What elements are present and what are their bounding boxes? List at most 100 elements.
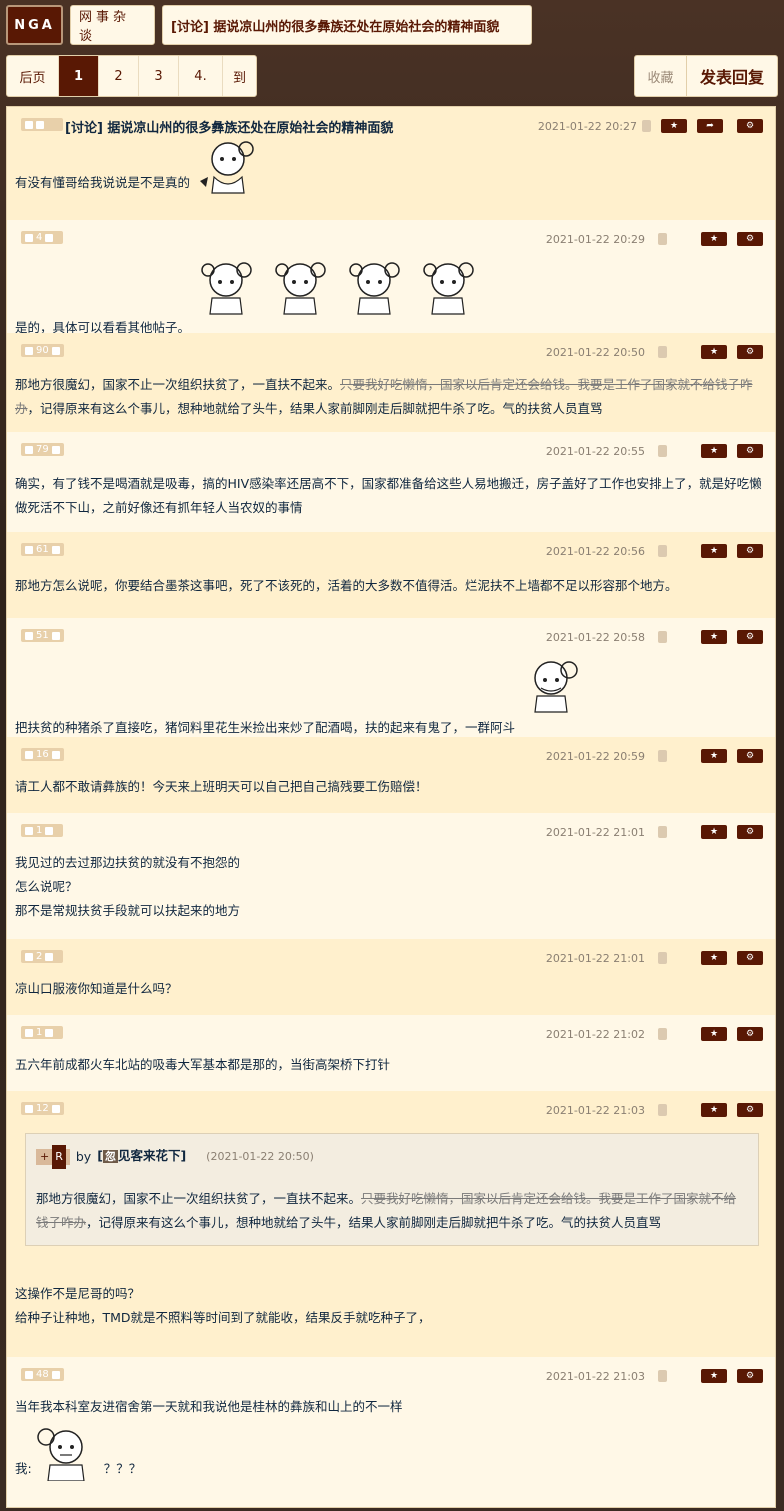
vote-badge[interactable]: 79 [21, 443, 64, 456]
star-icon[interactable]: ★ [701, 1369, 727, 1383]
quote-username: 见客来花下] [117, 1148, 187, 1163]
post-text: 怎么说呢？ [15, 879, 78, 894]
device-icon [658, 952, 667, 964]
thumb-down-icon[interactable] [36, 120, 44, 129]
vote-count: 48 [36, 1369, 49, 1380]
avatar: 忽 [102, 1150, 118, 1163]
pager-prev[interactable]: 后页 [7, 56, 59, 96]
device-icon [658, 445, 667, 457]
vote-badge[interactable] [21, 118, 63, 131]
thumb-up-icon[interactable] [25, 750, 33, 759]
vote-badge[interactable]: 12 [21, 1102, 64, 1115]
thumb-down-icon[interactable] [51, 1104, 60, 1113]
pager-page-4[interactable]: 4. [179, 56, 223, 96]
thumb-up-icon[interactable] [25, 1028, 33, 1037]
gear-icon[interactable]: ⚙ [737, 1027, 763, 1041]
gear-icon[interactable]: ⚙ [737, 1369, 763, 1383]
pager-goto[interactable]: 到 [223, 56, 256, 96]
thumb-up-icon[interactable] [25, 1370, 33, 1379]
vote-badge[interactable]: 16 [21, 748, 64, 761]
gear-icon[interactable]: ⚙ [737, 345, 763, 359]
sticker-image [32, 1421, 100, 1482]
star-icon[interactable]: ★ [701, 825, 727, 839]
vote-badge[interactable]: 2 [21, 950, 63, 963]
post-item: 12 2021-01-22 21:03 ★ ⚙ + R by [忽见客来花下] (… [7, 1091, 775, 1357]
vote-badge[interactable]: 51 [21, 629, 64, 642]
thumb-up-icon[interactable] [25, 1104, 33, 1113]
star-icon[interactable]: ★ [701, 951, 727, 965]
gear-icon[interactable]: ⚙ [737, 825, 763, 839]
star-icon[interactable]: ★ [701, 1103, 727, 1117]
thumb-up-icon[interactable] [25, 545, 33, 554]
thumb-up-icon[interactable] [25, 346, 33, 355]
thumb-down-icon[interactable] [51, 631, 60, 640]
gear-icon[interactable]: ⚙ [737, 951, 763, 965]
thumb-down-icon[interactable] [51, 445, 60, 454]
star-icon[interactable]: ★ [701, 345, 727, 359]
post-date: 2021-01-22 21:03 [545, 1104, 645, 1117]
star-icon[interactable]: ★ [661, 119, 687, 133]
post-item: 1 2021-01-22 21:02 ★ ⚙ 五六年前成都火车北站的吸毒大军基本… [7, 1015, 775, 1091]
thumb-up-icon[interactable] [25, 233, 33, 242]
thumb-up-icon[interactable] [25, 631, 33, 640]
breadcrumb-thread-title[interactable]: [讨论] 据说凉山州的很多彝族还处在原始社会的精神面貌 [162, 5, 532, 45]
post-content: 确实，有了钱不是喝酒就是吸毒，搞的HIV感染率还居高不下，国家都准备给这些人易地… [15, 466, 767, 520]
star-icon[interactable]: ★ [701, 749, 727, 763]
post-content: 那地方很魔幻，国家不止一次组织扶贫了，一直扶不起来。只要我好吃懒惰，国家以后肯定… [15, 367, 767, 421]
vote-badge[interactable]: 1 [21, 824, 63, 837]
pager-page-3[interactable]: 3 [139, 56, 179, 96]
thumb-down-icon[interactable] [45, 233, 54, 242]
pager-page-2[interactable]: 2 [99, 56, 139, 96]
vote-badge[interactable]: 4 [21, 231, 63, 244]
vote-badge[interactable]: 1 [21, 1026, 63, 1039]
post-text: 那地方很魔幻，国家不止一次组织扶贫了，一直扶不起来。 [15, 377, 341, 392]
gear-icon[interactable]: ⚙ [737, 1103, 763, 1117]
thumb-down-icon[interactable] [45, 1028, 54, 1037]
star-icon[interactable]: ★ [701, 444, 727, 458]
share-icon[interactable]: ➦ [697, 119, 723, 133]
reply-button[interactable]: 发表回复 [687, 56, 777, 96]
thumb-down-icon[interactable] [45, 826, 54, 835]
gear-icon[interactable]: ⚙ [737, 630, 763, 644]
thumb-up-icon[interactable] [25, 120, 33, 129]
vote-badge[interactable]: 61 [21, 543, 64, 556]
quoted-post: + R by [忽见客来花下] (2021-01-22 20:50) 那地方很魔幻… [25, 1133, 759, 1246]
breadcrumb-forum[interactable]: 网事杂谈 [70, 5, 155, 45]
thumb-down-icon[interactable] [51, 1370, 60, 1379]
post-item: [讨论] 据说凉山州的很多彝族还处在原始社会的精神面貌 2021-01-22 2… [7, 107, 775, 220]
pager-page-1[interactable]: 1 [59, 56, 99, 96]
gear-icon[interactable]: ⚙ [737, 119, 763, 133]
post-date: 2021-01-22 20:59 [545, 750, 645, 763]
post-item: 51 2021-01-22 20:58 ★ ⚙ 把扶贫的种猪杀了直接吃，猪饲料里… [7, 618, 775, 737]
thumb-down-icon[interactable] [51, 750, 60, 759]
star-icon[interactable]: ★ [701, 544, 727, 558]
gear-icon[interactable]: ⚙ [737, 749, 763, 763]
post-text: 给种子让种地，TMD就是不照料等时间到了就能收，结果反手就吃种子了， [15, 1310, 431, 1325]
post-date: 2021-01-22 20:27 [537, 120, 637, 133]
thumb-up-icon[interactable] [25, 826, 33, 835]
nga-logo[interactable]: NGA [6, 5, 63, 45]
quote-author[interactable]: [忽见客来花下] [97, 1144, 186, 1169]
post-item: 4 2021-01-22 20:29 ★ ⚙ 是的，具体可以看看其他帖子。 [7, 220, 775, 335]
vote-badge[interactable]: 90 [21, 344, 64, 357]
star-icon[interactable]: ★ [701, 232, 727, 246]
thumb-down-icon[interactable] [51, 346, 60, 355]
thumb-down-icon[interactable] [51, 545, 60, 554]
post-item: 61 2021-01-22 20:56 ★ ⚙ 那地方怎么说呢，你要结合墨茶这事… [7, 532, 775, 618]
star-icon[interactable]: ★ [701, 1027, 727, 1041]
post-list: [讨论] 据说凉山州的很多彝族还处在原始社会的精神面貌 2021-01-22 2… [6, 106, 776, 1508]
thumb-up-icon[interactable] [25, 952, 33, 961]
favorite-button[interactable]: 收藏 [635, 56, 687, 96]
vote-badge[interactable]: 48 [21, 1368, 64, 1381]
thumb-up-icon[interactable] [25, 445, 33, 454]
gear-icon[interactable]: ⚙ [737, 232, 763, 246]
thumb-down-icon[interactable] [45, 952, 54, 961]
gear-icon[interactable]: ⚙ [737, 444, 763, 458]
sticker-image [194, 256, 262, 316]
quote-tag[interactable]: + R [36, 1144, 70, 1169]
star-icon[interactable]: ★ [701, 630, 727, 644]
thread-actions: 收藏 发表回复 [634, 55, 778, 97]
post-item: 48 2021-01-22 21:03 ★ ⚙ 当年我本科室友进宿舍第一天就和我… [7, 1357, 775, 1497]
quote-plus: + [40, 1149, 50, 1163]
gear-icon[interactable]: ⚙ [737, 544, 763, 558]
